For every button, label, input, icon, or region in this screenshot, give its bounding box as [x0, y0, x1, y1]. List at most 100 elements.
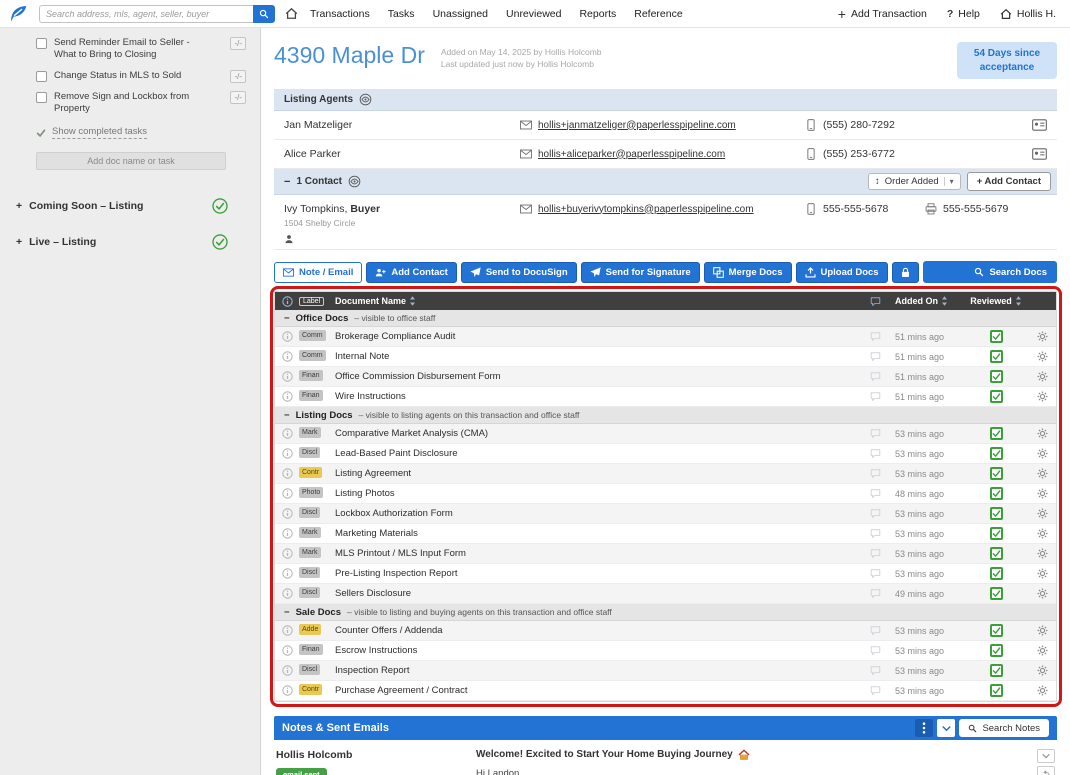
doc-row[interactable]: Discl Sellers Disclosure 49 mins ago [275, 584, 1056, 604]
doc-name[interactable]: Brokerage Compliance Audit [335, 331, 862, 342]
doc-section-header-sale-docs[interactable]: − Sale Docs – visible to listing and buyin… [275, 604, 1056, 621]
doc-info-icon[interactable] [282, 508, 293, 519]
doc-row[interactable]: Mark Comparative Market Analysis (CMA) 53 … [275, 424, 1056, 444]
agent-email-link[interactable]: hollis+janmatzeliger@paperlesspipeline.c… [538, 120, 736, 131]
doc-row[interactable]: Mark MLS Printout / MLS Input Form 53 mins… [275, 544, 1056, 564]
collapse-section-icon[interactable]: − [284, 313, 290, 324]
doc-section-header-listing-docs[interactable]: − Listing Docs – visible to listing agents… [275, 407, 1056, 424]
home-icon[interactable] [285, 7, 298, 20]
reviewed-checkbox[interactable] [989, 624, 1003, 637]
nav-transactions[interactable]: Transactions [310, 8, 370, 20]
doc-name[interactable]: Purchase Agreement / Contract [335, 685, 862, 696]
comment-icon[interactable] [870, 588, 881, 599]
doc-info-icon[interactable] [282, 351, 293, 362]
doc-info-icon[interactable] [282, 645, 293, 656]
doc-row[interactable]: Finan Wire Instructions 51 mins ago [275, 387, 1056, 407]
comment-icon[interactable] [870, 488, 881, 499]
doc-info-icon[interactable] [282, 528, 293, 539]
contact-order-select[interactable]: ↕ Order Added ▾ [868, 173, 961, 190]
task-checkbox[interactable] [36, 91, 47, 103]
task-checkbox[interactable] [36, 38, 47, 49]
doc-name[interactable]: Inspection Report [335, 665, 862, 676]
user-menu[interactable]: Hollis H. [1000, 8, 1056, 20]
task-checkbox[interactable] [36, 70, 47, 82]
doc-name[interactable]: Sellers Disclosure [335, 588, 862, 599]
doc-name[interactable]: Listing Agreement [335, 468, 862, 479]
reviewed-checkbox[interactable] [989, 684, 1003, 697]
gear-icon[interactable] [1037, 371, 1048, 382]
gear-icon[interactable] [1037, 568, 1048, 579]
doc-info-icon[interactable] [282, 391, 293, 402]
doc-row[interactable]: Discl Lockbox Authorization Form 53 mins a… [275, 504, 1056, 524]
comment-icon[interactable] [870, 528, 881, 539]
gear-icon[interactable] [1037, 625, 1048, 636]
reviewed-checkbox[interactable] [989, 330, 1003, 343]
doc-name[interactable]: Office Commission Disbursement Form [335, 371, 862, 382]
reply-note-button[interactable] [1037, 766, 1055, 775]
doc-name[interactable]: Lockbox Authorization Form [335, 508, 862, 519]
doc-name[interactable]: Listing Photos [335, 488, 862, 499]
nav-unassigned[interactable]: Unassigned [433, 8, 488, 20]
doc-info-icon[interactable] [282, 625, 293, 636]
merge-docs-button[interactable]: Merge Docs [703, 261, 792, 283]
comment-icon[interactable] [870, 351, 881, 362]
comment-icon[interactable] [870, 508, 881, 519]
document-name-column-header[interactable]: Document Name [335, 296, 862, 306]
doc-info-icon[interactable] [282, 588, 293, 599]
comment-icon[interactable] [870, 548, 881, 559]
doc-name[interactable]: Counter Offers / Addenda [335, 625, 862, 636]
doc-row[interactable]: Comm Brokerage Compliance Audit 51 mins ag… [275, 327, 1056, 347]
reviewed-checkbox[interactable] [989, 507, 1003, 520]
nav-tasks[interactable]: Tasks [388, 8, 415, 20]
comment-icon[interactable] [870, 391, 881, 402]
info-icon[interactable] [282, 296, 293, 307]
reviewed-checkbox[interactable] [989, 350, 1003, 363]
doc-row[interactable]: Discl Lead-Based Paint Disclosure 53 mins … [275, 444, 1056, 464]
global-search-button[interactable] [253, 4, 275, 23]
comment-icon[interactable] [870, 665, 881, 676]
gear-icon[interactable] [1037, 331, 1048, 342]
reviewed-column-header[interactable]: Reviewed [964, 296, 1028, 306]
comment-icon[interactable] [870, 371, 881, 382]
send-for-signature-button[interactable]: Send for Signature [580, 261, 700, 283]
contact-email-link[interactable]: hollis+buyerivytompkins@paperlesspipelin… [538, 204, 754, 215]
doc-info-icon[interactable] [282, 568, 293, 579]
upload-docs-button[interactable]: Upload Docs [795, 261, 888, 283]
comment-icon[interactable] [870, 645, 881, 656]
doc-row[interactable]: Contr Purchase Agreement / Contract 53 min… [275, 681, 1056, 701]
doc-name[interactable]: Escrow Instructions [335, 645, 862, 656]
lock-docs-button[interactable] [891, 261, 919, 283]
gear-icon[interactable] [1037, 391, 1048, 402]
checklist-group-coming-soon-listing[interactable]: + Coming Soon – Listing [0, 188, 260, 224]
send-to-docusign-button[interactable]: Send to DocuSign [460, 261, 577, 283]
doc-info-icon[interactable] [282, 468, 293, 479]
notes-filter-dropdown[interactable] [937, 719, 956, 737]
doc-row[interactable]: Discl Pre-Listing Inspection Report 53 min… [275, 564, 1056, 584]
add-transaction-button[interactable]: + Add Transaction [838, 7, 927, 21]
collapse-section-icon[interactable]: − [284, 607, 290, 618]
gear-icon[interactable] [1037, 685, 1048, 696]
comment-icon[interactable] [870, 468, 881, 479]
add-contact-button[interactable]: + Add Contact [966, 172, 1051, 191]
reviewed-checkbox[interactable] [989, 567, 1003, 580]
doc-info-icon[interactable] [282, 371, 293, 382]
comment-icon[interactable] [870, 685, 881, 696]
doc-name[interactable]: MLS Printout / MLS Input Form [335, 548, 862, 559]
collapse-note-button[interactable] [1037, 749, 1055, 763]
gear-icon[interactable] [1037, 508, 1048, 519]
doc-name[interactable]: Lead-Based Paint Disclosure [335, 448, 862, 459]
paperless-pipeline-logo[interactable] [8, 3, 29, 24]
doc-name[interactable]: Comparative Market Analysis (CMA) [335, 428, 862, 439]
reviewed-checkbox[interactable] [989, 390, 1003, 403]
gear-icon[interactable] [1037, 428, 1048, 439]
gear-icon[interactable] [1037, 488, 1048, 499]
doc-row[interactable]: Finan Office Commission Disbursement Form… [275, 367, 1056, 387]
nav-unreviewed[interactable]: Unreviewed [506, 8, 561, 20]
gear-icon[interactable] [1037, 468, 1048, 479]
doc-info-icon[interactable] [282, 488, 293, 499]
doc-name[interactable]: Internal Note [335, 351, 862, 362]
collapse-contacts-icon[interactable]: − [284, 176, 290, 188]
show-completed-tasks-link[interactable]: Show completed tasks [0, 119, 260, 143]
reviewed-checkbox[interactable] [989, 487, 1003, 500]
comment-icon[interactable] [870, 568, 881, 579]
